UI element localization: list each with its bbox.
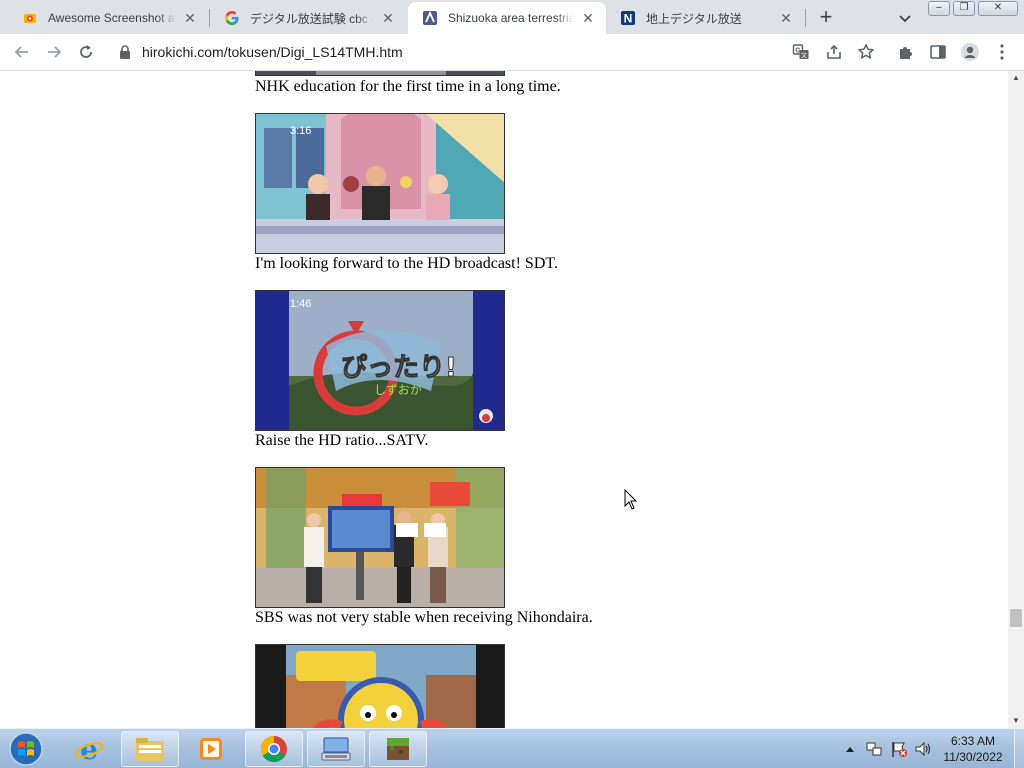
sdt-studio-photo: 3:16 xyxy=(255,113,505,254)
system-clock[interactable]: 6:33 AM 11/30/2022 xyxy=(934,733,1012,765)
action-center-flag-icon[interactable] xyxy=(889,737,909,761)
reload-icon[interactable] xyxy=(76,42,96,62)
close-tab-icon[interactable]: ✕ xyxy=(778,10,794,26)
address-bar[interactable]: hirokichi.com/tokusen/Digi_LS14TMH.htm xyxy=(106,38,886,66)
satv-logo-photo: ぴったり! しずおか 1:46 xyxy=(255,290,505,431)
svg-text:ぴったり!: ぴったり! xyxy=(341,353,457,383)
bookmark-star-icon[interactable] xyxy=(856,42,876,62)
photo-caption: I'm looking forward to the HD broadcast!… xyxy=(255,255,558,272)
restore-window-button[interactable]: ❐ xyxy=(953,1,975,16)
hirokichi-icon xyxy=(422,10,438,26)
tab-title: 地上デジタル放送 xyxy=(646,11,742,26)
media-player-icon[interactable] xyxy=(182,731,240,767)
tab-shizuoka-area[interactable]: Shizuoka area terrestrial d ✕ xyxy=(408,2,606,34)
file-explorer-icon[interactable] xyxy=(121,731,179,767)
tab-google-search[interactable]: デジタル放送試験 cbc - Goo ✕ xyxy=(210,2,406,34)
svg-text:e: e xyxy=(80,734,98,764)
tab-search-chevron-icon[interactable] xyxy=(895,8,915,28)
awesome-screenshot-icon xyxy=(22,10,38,26)
show-desktop-button[interactable] xyxy=(1014,729,1024,768)
video-timestamp: 3:16 xyxy=(290,125,311,137)
profile-avatar-icon[interactable] xyxy=(960,42,980,62)
nikkei-n-icon: N xyxy=(620,10,636,26)
close-tab-icon[interactable]: ✕ xyxy=(380,10,396,26)
show-hidden-icons-arrow-icon[interactable] xyxy=(843,737,857,761)
kids-show-photo xyxy=(255,644,505,728)
page-scrollbar[interactable]: ▲ ▼ xyxy=(1008,71,1024,728)
svg-text:文: 文 xyxy=(801,52,807,60)
close-tab-icon[interactable]: ✕ xyxy=(580,10,596,26)
google-icon xyxy=(224,10,240,26)
keyboard-app-icon[interactable] xyxy=(307,731,365,767)
new-tab-button[interactable]: + xyxy=(813,5,839,31)
minimize-window-button[interactable]: – xyxy=(928,1,950,16)
photo-caption: SBS was not very stable when receiving N… xyxy=(255,609,593,626)
mouse-cursor-icon xyxy=(624,488,638,511)
close-window-button[interactable]: ✕ xyxy=(978,1,1018,16)
sbs-studio-photo xyxy=(255,467,505,608)
forward-arrow-icon[interactable] xyxy=(44,42,64,62)
url-text: hirokichi.com/tokusen/Digi_LS14TMH.htm xyxy=(142,44,403,60)
close-tab-icon[interactable]: ✕ xyxy=(182,10,198,26)
windows-taskbar: e 6:33 AM 11/30/2022 xyxy=(0,728,1024,768)
clock-time: 6:33 AM xyxy=(950,734,996,748)
browser-toolbar: hirokichi.com/tokusen/Digi_LS14TMH.htm G… xyxy=(0,34,1024,71)
side-panel-icon[interactable] xyxy=(928,42,948,62)
tab-strip: Awesome Screenshot and ✕ デジタル放送試験 cbc - … xyxy=(0,0,1024,34)
back-arrow-icon[interactable] xyxy=(12,42,32,62)
chrome-menu-icon[interactable] xyxy=(992,42,1012,62)
tab-title: Shizuoka area terrestrial d xyxy=(448,11,574,25)
scroll-up-arrow-icon[interactable]: ▲ xyxy=(1008,71,1024,85)
scrollbar-thumb[interactable] xyxy=(1010,609,1022,627)
share-icon[interactable] xyxy=(824,42,844,62)
minecraft-icon[interactable] xyxy=(369,731,427,767)
video-timestamp: 1:46 xyxy=(290,298,311,310)
clock-date: 11/30/2022 xyxy=(943,750,1003,764)
internet-explorer-icon[interactable]: e xyxy=(60,731,118,767)
svg-text:N: N xyxy=(624,12,633,26)
page-viewport: NHK education for the first time in a lo… xyxy=(0,71,1008,728)
tab-divider xyxy=(805,9,806,27)
svg-text:しずおか: しずおか xyxy=(374,383,422,397)
photo-caption: NHK education for the first time in a lo… xyxy=(255,78,561,95)
tab-chijou-digital[interactable]: N 地上デジタル放送 ✕ xyxy=(606,2,804,34)
extensions-puzzle-icon[interactable] xyxy=(896,42,916,62)
tab-awesome-screenshot[interactable]: Awesome Screenshot and ✕ xyxy=(8,2,208,34)
lock-icon[interactable] xyxy=(118,44,132,65)
network-icon[interactable] xyxy=(864,737,884,761)
volume-speaker-icon[interactable] xyxy=(913,737,933,761)
chrome-icon[interactable] xyxy=(245,731,303,767)
tab-title: Awesome Screenshot and xyxy=(48,11,176,25)
scroll-down-arrow-icon[interactable]: ▼ xyxy=(1008,714,1024,728)
photo-caption: Raise the HD ratio...SATV. xyxy=(255,432,429,449)
start-button[interactable] xyxy=(4,731,48,767)
translate-icon[interactable]: G文 xyxy=(791,42,811,62)
tab-title: デジタル放送試験 cbc - Goo xyxy=(250,11,374,26)
nhk-education-photo xyxy=(255,71,505,76)
